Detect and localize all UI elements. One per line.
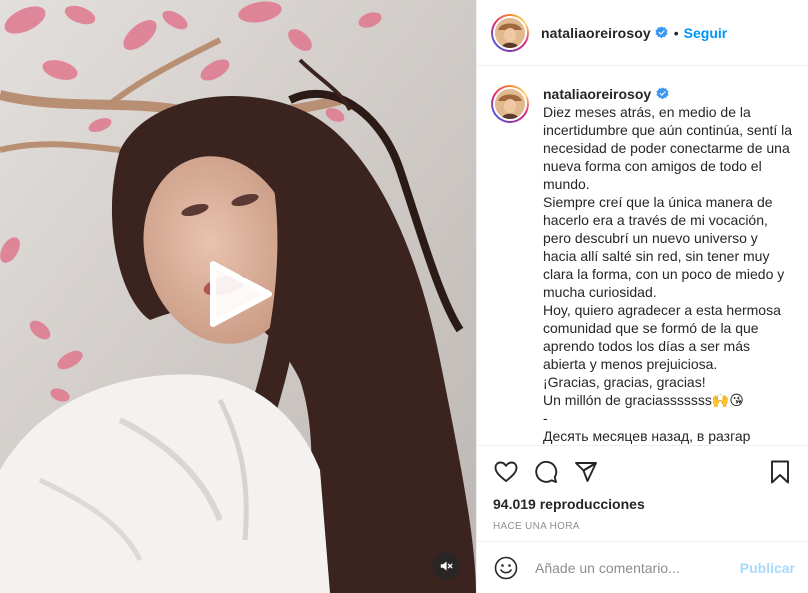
emoji-icon xyxy=(494,556,518,579)
emoji-button[interactable] xyxy=(493,555,519,581)
caption-paragraph: Un millón de graciasssssss🙌😘 xyxy=(543,392,744,408)
post-header: nataliaoreirosoy • Seguir xyxy=(477,0,808,66)
play-button[interactable] xyxy=(205,258,275,330)
caption-username[interactable]: nataliaoreirosoy xyxy=(543,85,795,103)
caption-paragraph: Siempre creí que la única manera de hace… xyxy=(543,194,785,300)
comment-button[interactable] xyxy=(533,459,559,485)
post-side-panel: nataliaoreirosoy • Seguir nataliaoreiros… xyxy=(476,0,808,593)
heart-icon xyxy=(494,461,518,482)
caption-paragraph: ¡Gracias, gracias, gracias! xyxy=(543,374,706,390)
caption-paragraph: - xyxy=(543,410,548,426)
caption-paragraph: Hoy, quiero agradecer a esta hermosa com… xyxy=(543,302,781,372)
caption-avatar[interactable] xyxy=(491,85,529,123)
bookmark-icon xyxy=(771,460,789,484)
caption-paragraph: Десять месяцев назад, в разгар xyxy=(543,428,751,444)
comment-bar: Publicar xyxy=(477,541,808,593)
paper-plane-icon xyxy=(575,462,597,482)
share-button[interactable] xyxy=(573,459,599,485)
caption-area[interactable]: nataliaoreirosoy Diez meses atrás, en me… xyxy=(477,67,808,445)
follow-button[interactable]: Seguir xyxy=(684,25,728,41)
publish-button[interactable]: Publicar xyxy=(740,560,795,576)
comment-input[interactable] xyxy=(535,559,740,576)
post-actions: 94.019 reproducciones HACE UNA HORA xyxy=(477,445,808,532)
like-button[interactable] xyxy=(493,459,519,485)
play-icon xyxy=(210,261,272,327)
comment-icon xyxy=(535,460,558,483)
verified-badge-icon xyxy=(656,87,669,100)
caption-body: nataliaoreirosoy Diez meses atrás, en me… xyxy=(543,85,795,445)
audio-muted-icon xyxy=(440,561,453,571)
timestamp[interactable]: HACE UNA HORA xyxy=(493,521,793,532)
view-count[interactable]: 94.019 reproducciones xyxy=(493,496,793,512)
avatar[interactable] xyxy=(491,13,529,52)
verified-badge-icon xyxy=(655,26,668,39)
caption-paragraph: Diez meses atrás, en medio de la incerti… xyxy=(543,104,793,192)
username[interactable]: nataliaoreirosoy xyxy=(541,25,651,41)
audio-toggle-button[interactable] xyxy=(432,552,460,580)
separator-dot: • xyxy=(673,24,679,41)
video-player[interactable] xyxy=(0,0,476,593)
save-button[interactable] xyxy=(767,459,793,485)
